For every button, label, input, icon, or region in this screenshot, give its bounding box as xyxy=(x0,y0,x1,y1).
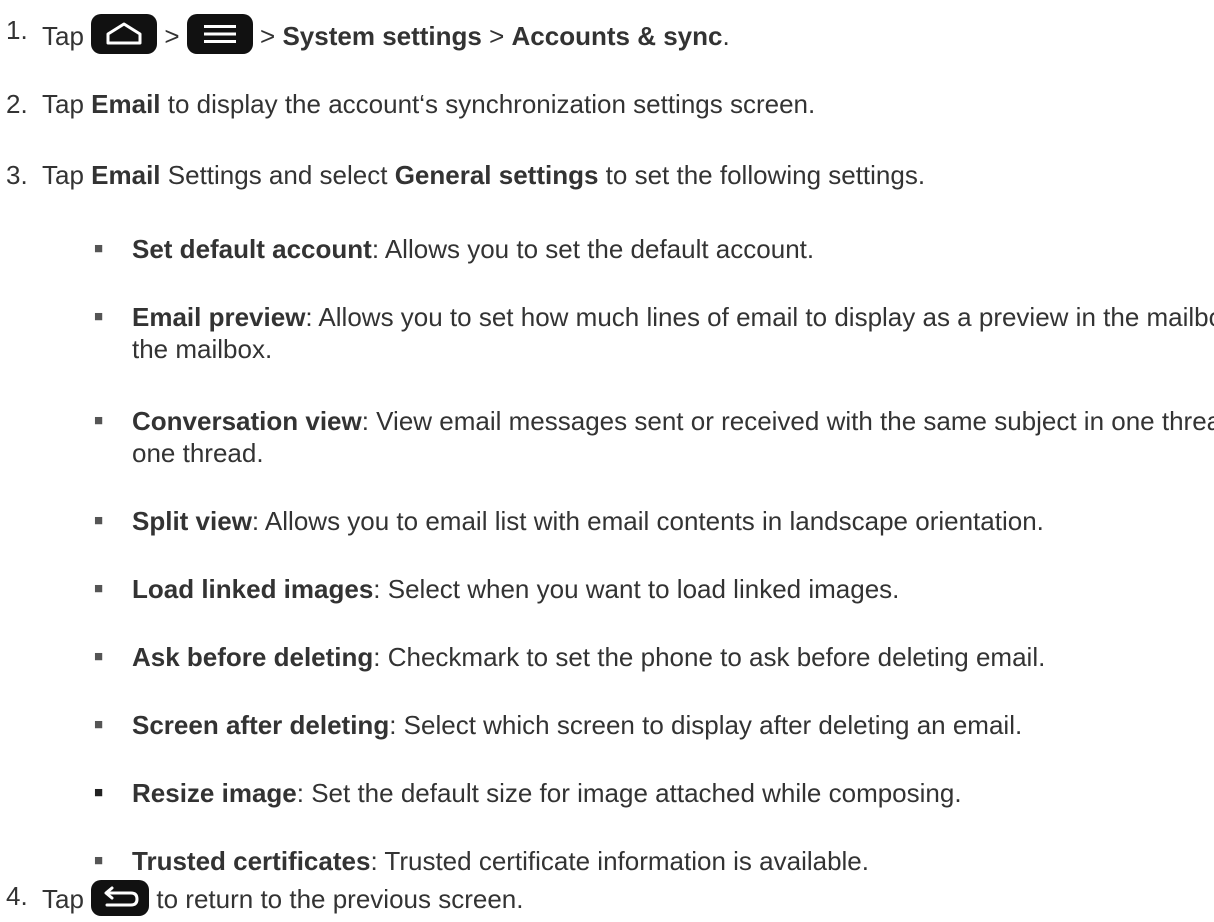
setting-desc: : Select which screen to display after d… xyxy=(389,710,1023,740)
menu-key-icon xyxy=(186,14,253,54)
step-text: Tap > > System settings > Accounts & syn… xyxy=(42,14,730,54)
bullet-icon: ■ xyxy=(94,512,104,529)
step-text: Tap Email Settings and select General se… xyxy=(42,160,926,190)
setting-desc: : Allows you to set the default account. xyxy=(371,234,815,264)
setting-term: Screen after deleting xyxy=(132,710,390,740)
step-text: Tap to return to the previous screen. xyxy=(42,880,523,916)
setting-desc: : Allows you to set how much lines of em… xyxy=(305,302,1214,332)
setting-desc: : View email messages sent or received w… xyxy=(361,406,1214,436)
bullet-icon: ■ xyxy=(94,784,104,801)
email-label: Email xyxy=(91,160,161,190)
step-number: 4. xyxy=(6,881,28,911)
return-text: to return to the previous screen. xyxy=(156,884,524,914)
setting-term: Resize image xyxy=(132,778,297,808)
tap-text: Tap xyxy=(42,884,84,914)
step-number: 2. xyxy=(6,89,28,119)
step-number: 1. xyxy=(6,15,28,45)
setting-desc: : Checkmark to set the phone to ask befo… xyxy=(373,642,1046,672)
setting-desc: : Allows you to email list with email co… xyxy=(251,506,1044,536)
setting-term: Set default account xyxy=(132,234,372,264)
setting-term: Conversation view xyxy=(132,406,362,436)
bullet-icon: ■ xyxy=(94,852,104,869)
email-label: Email xyxy=(91,89,161,119)
bullet-icon: ■ xyxy=(94,716,104,733)
accounts-sync-label: Accounts & sync xyxy=(511,21,723,51)
setting-term: Load linked images xyxy=(132,574,374,604)
general-settings-label: General settings xyxy=(394,160,599,190)
bullet-icon: ■ xyxy=(94,240,104,257)
system-settings-label: System settings xyxy=(282,21,482,51)
bullet-icon: ■ xyxy=(94,412,104,429)
setting-term: Ask before deleting xyxy=(132,642,374,672)
step-text: Tap Email to display the account‘s synch… xyxy=(42,89,816,119)
setting-term: Split view xyxy=(132,506,252,536)
home-key-icon xyxy=(91,14,158,54)
setting-desc: : Select when you want to load linked im… xyxy=(373,574,900,604)
setting-term: Trusted certificates xyxy=(132,846,371,876)
setting-desc: : Set the default size for image attache… xyxy=(296,778,962,808)
bullet-icon: ■ xyxy=(94,308,104,325)
setting-term: Email preview xyxy=(132,302,306,332)
bullet-icon: ■ xyxy=(94,648,104,665)
bullet-icon: ■ xyxy=(94,580,104,597)
back-key-icon xyxy=(91,880,150,916)
step-number: 3. xyxy=(6,160,28,190)
setting-desc: : Trusted certificate information is ava… xyxy=(370,846,869,876)
